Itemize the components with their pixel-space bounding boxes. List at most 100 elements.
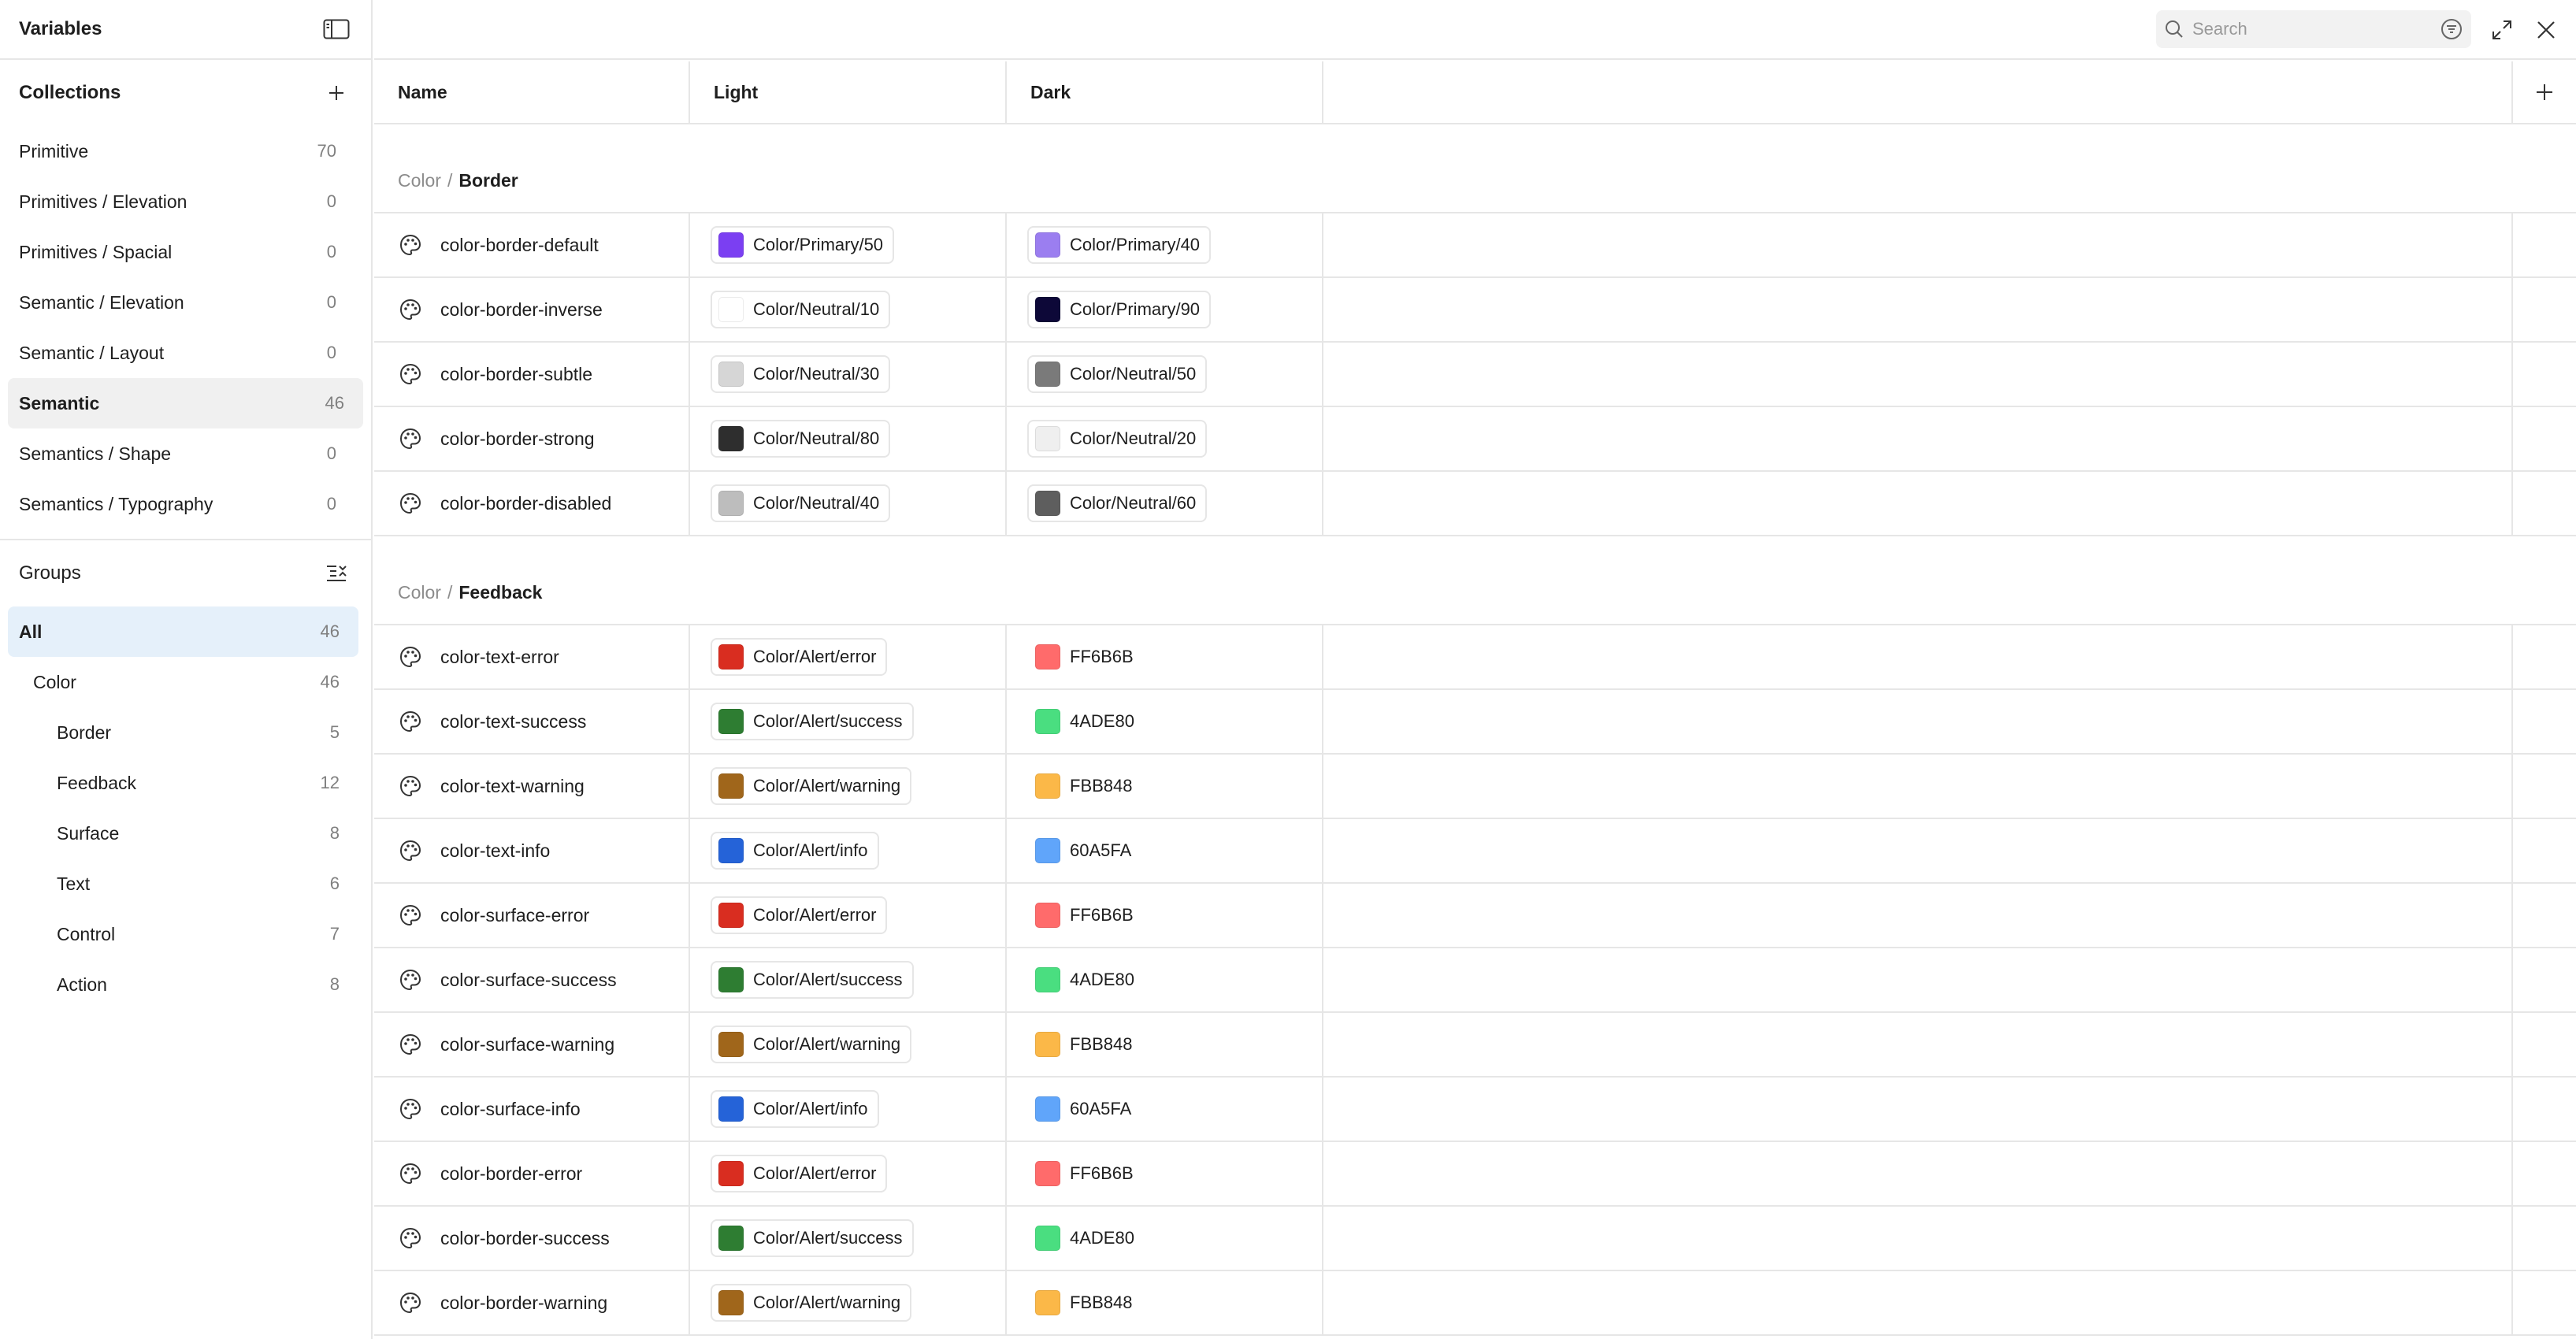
- variable-name-cell[interactable]: color-border-success: [374, 1207, 690, 1270]
- light-value-alias[interactable]: Color/Neutral/10: [711, 291, 891, 328]
- column-header-light[interactable]: Light: [690, 61, 1007, 123]
- column-header-dark[interactable]: Dark: [1007, 61, 1323, 123]
- light-value-alias[interactable]: Color/Alert/error: [711, 638, 888, 676]
- variable-name-cell[interactable]: color-border-inverse: [374, 278, 690, 341]
- light-value-cell[interactable]: Color/Alert/info: [690, 1078, 1007, 1141]
- dark-value-cell[interactable]: Color/Primary/40: [1007, 213, 1323, 276]
- table-row[interactable]: color-surface-error Color/Alert/error FF6B…: [374, 884, 2576, 948]
- dark-value-alias[interactable]: Color/Primary/90: [1027, 291, 1212, 328]
- light-value-cell[interactable]: Color/Neutral/80: [690, 407, 1007, 470]
- collection-item[interactable]: Semantics / Shape 0: [0, 428, 363, 479]
- variable-name-cell[interactable]: color-surface-error: [374, 884, 690, 947]
- light-value-cell[interactable]: Color/Neutral/40: [690, 472, 1007, 535]
- dark-value-hex[interactable]: 4ADE80: [1027, 967, 1134, 992]
- collection-item[interactable]: Semantics / Typography 0: [0, 479, 363, 529]
- table-row[interactable]: color-border-disabled Color/Neutral/40 Col…: [374, 472, 2576, 536]
- variable-name-cell[interactable]: color-border-default: [374, 213, 690, 276]
- light-value-alias[interactable]: Color/Alert/info: [711, 832, 879, 870]
- dark-value-cell[interactable]: 60A5FA: [1007, 819, 1323, 882]
- search-box[interactable]: [2156, 10, 2471, 48]
- collection-item[interactable]: Semantic 46: [8, 378, 363, 428]
- dark-value-hex[interactable]: FBB848: [1027, 773, 1133, 799]
- variable-name-cell[interactable]: color-surface-warning: [374, 1013, 690, 1076]
- light-value-alias[interactable]: Color/Alert/warning: [711, 1026, 912, 1063]
- dark-value-hex[interactable]: FBB848: [1027, 1032, 1133, 1057]
- dark-value-cell[interactable]: FF6B6B: [1007, 625, 1323, 688]
- light-value-cell[interactable]: Color/Alert/info: [690, 819, 1007, 882]
- group-item[interactable]: Feedback 12: [8, 758, 358, 808]
- dark-value-hex[interactable]: 4ADE80: [1027, 1226, 1134, 1251]
- light-value-alias[interactable]: Color/Alert/error: [711, 1155, 888, 1192]
- variable-name-cell[interactable]: color-border-disabled: [374, 472, 690, 535]
- expand-icon[interactable]: [2486, 14, 2518, 46]
- dark-value-cell[interactable]: 4ADE80: [1007, 948, 1323, 1011]
- light-value-alias[interactable]: Color/Alert/success: [711, 703, 914, 740]
- close-icon[interactable]: [2530, 14, 2562, 46]
- table-row[interactable]: color-surface-warning Color/Alert/warning…: [374, 1013, 2576, 1078]
- light-value-cell[interactable]: Color/Primary/50: [690, 213, 1007, 276]
- group-item[interactable]: Control 7: [8, 909, 358, 959]
- dark-value-cell[interactable]: Color/Neutral/50: [1007, 343, 1323, 406]
- dark-value-hex[interactable]: 4ADE80: [1027, 709, 1134, 734]
- light-value-cell[interactable]: Color/Neutral/10: [690, 278, 1007, 341]
- table-row[interactable]: color-border-warning Color/Alert/warning F…: [374, 1271, 2576, 1336]
- dark-value-hex[interactable]: 60A5FA: [1027, 838, 1131, 863]
- table-row[interactable]: color-text-warning Color/Alert/warning FBB…: [374, 755, 2576, 819]
- table-row[interactable]: color-border-strong Color/Neutral/80 Color…: [374, 407, 2576, 472]
- collection-item[interactable]: Semantic / Layout 0: [0, 328, 363, 378]
- sidebar-toggle-icon[interactable]: [321, 13, 352, 45]
- dark-value-alias[interactable]: Color/Neutral/50: [1027, 355, 1208, 393]
- light-value-alias[interactable]: Color/Alert/success: [711, 961, 914, 999]
- table-row[interactable]: color-border-inverse Color/Neutral/10 Colo…: [374, 278, 2576, 343]
- dark-value-alias[interactable]: Color/Primary/40: [1027, 226, 1212, 264]
- light-value-cell[interactable]: Color/Alert/success: [690, 690, 1007, 753]
- collapse-list-icon[interactable]: [321, 558, 352, 589]
- dark-value-hex[interactable]: FF6B6B: [1027, 903, 1134, 928]
- dark-value-alias[interactable]: Color/Neutral/60: [1027, 484, 1208, 522]
- group-item[interactable]: All 46: [8, 606, 358, 657]
- variable-name-cell[interactable]: color-border-warning: [374, 1271, 690, 1334]
- column-header-name[interactable]: Name: [374, 61, 690, 123]
- light-value-cell[interactable]: Color/Neutral/30: [690, 343, 1007, 406]
- add-collection-plus-icon[interactable]: [321, 77, 352, 109]
- dark-value-cell[interactable]: 4ADE80: [1007, 690, 1323, 753]
- group-item[interactable]: Action 8: [8, 959, 358, 1010]
- group-item[interactable]: Surface 8: [8, 808, 358, 859]
- collection-item[interactable]: Semantic / Elevation 0: [0, 277, 363, 328]
- table-row[interactable]: color-text-info Color/Alert/info 60A5FA: [374, 819, 2576, 884]
- variable-name-cell[interactable]: color-border-error: [374, 1142, 690, 1205]
- dark-value-alias[interactable]: Color/Neutral/20: [1027, 420, 1208, 458]
- table-row[interactable]: color-surface-info Color/Alert/info 60A5FA: [374, 1078, 2576, 1142]
- variable-name-cell[interactable]: color-border-subtle: [374, 343, 690, 406]
- dark-value-cell[interactable]: FF6B6B: [1007, 884, 1323, 947]
- collection-item[interactable]: Primitives / Elevation 0: [0, 176, 363, 227]
- light-value-alias[interactable]: Color/Alert/success: [711, 1219, 914, 1257]
- dark-value-cell[interactable]: 4ADE80: [1007, 1207, 1323, 1270]
- light-value-cell[interactable]: Color/Alert/warning: [690, 1013, 1007, 1076]
- light-value-alias[interactable]: Color/Neutral/40: [711, 484, 891, 522]
- table-row[interactable]: color-border-success Color/Alert/success 4…: [374, 1207, 2576, 1271]
- light-value-cell[interactable]: Color/Alert/error: [690, 625, 1007, 688]
- variable-name-cell[interactable]: color-border-strong: [374, 407, 690, 470]
- dark-value-hex[interactable]: FF6B6B: [1027, 1161, 1134, 1186]
- search-input[interactable]: [2192, 19, 2440, 39]
- add-mode-plus-icon[interactable]: [2513, 61, 2576, 123]
- dark-value-cell[interactable]: 60A5FA: [1007, 1078, 1323, 1141]
- table-row[interactable]: color-text-success Color/Alert/success 4AD…: [374, 690, 2576, 755]
- light-value-cell[interactable]: Color/Alert/success: [690, 1207, 1007, 1270]
- dark-value-hex[interactable]: FF6B6B: [1027, 644, 1134, 670]
- table-row[interactable]: color-border-default Color/Primary/50 Colo…: [374, 213, 2576, 278]
- dark-value-hex[interactable]: 60A5FA: [1027, 1096, 1131, 1122]
- light-value-alias[interactable]: Color/Alert/error: [711, 896, 888, 934]
- light-value-alias[interactable]: Color/Alert/info: [711, 1090, 879, 1128]
- light-value-cell[interactable]: Color/Alert/error: [690, 884, 1007, 947]
- variable-name-cell[interactable]: color-text-info: [374, 819, 690, 882]
- table-row[interactable]: color-surface-success Color/Alert/success…: [374, 948, 2576, 1013]
- variable-name-cell[interactable]: color-text-warning: [374, 755, 690, 818]
- dark-value-cell[interactable]: FF6B6B: [1007, 1142, 1323, 1205]
- light-value-alias[interactable]: Color/Primary/50: [711, 226, 895, 264]
- table-row[interactable]: color-text-error Color/Alert/error FF6B6B: [374, 625, 2576, 690]
- variable-name-cell[interactable]: color-text-success: [374, 690, 690, 753]
- light-value-alias[interactable]: Color/Alert/warning: [711, 767, 912, 805]
- dark-value-cell[interactable]: FBB848: [1007, 1013, 1323, 1076]
